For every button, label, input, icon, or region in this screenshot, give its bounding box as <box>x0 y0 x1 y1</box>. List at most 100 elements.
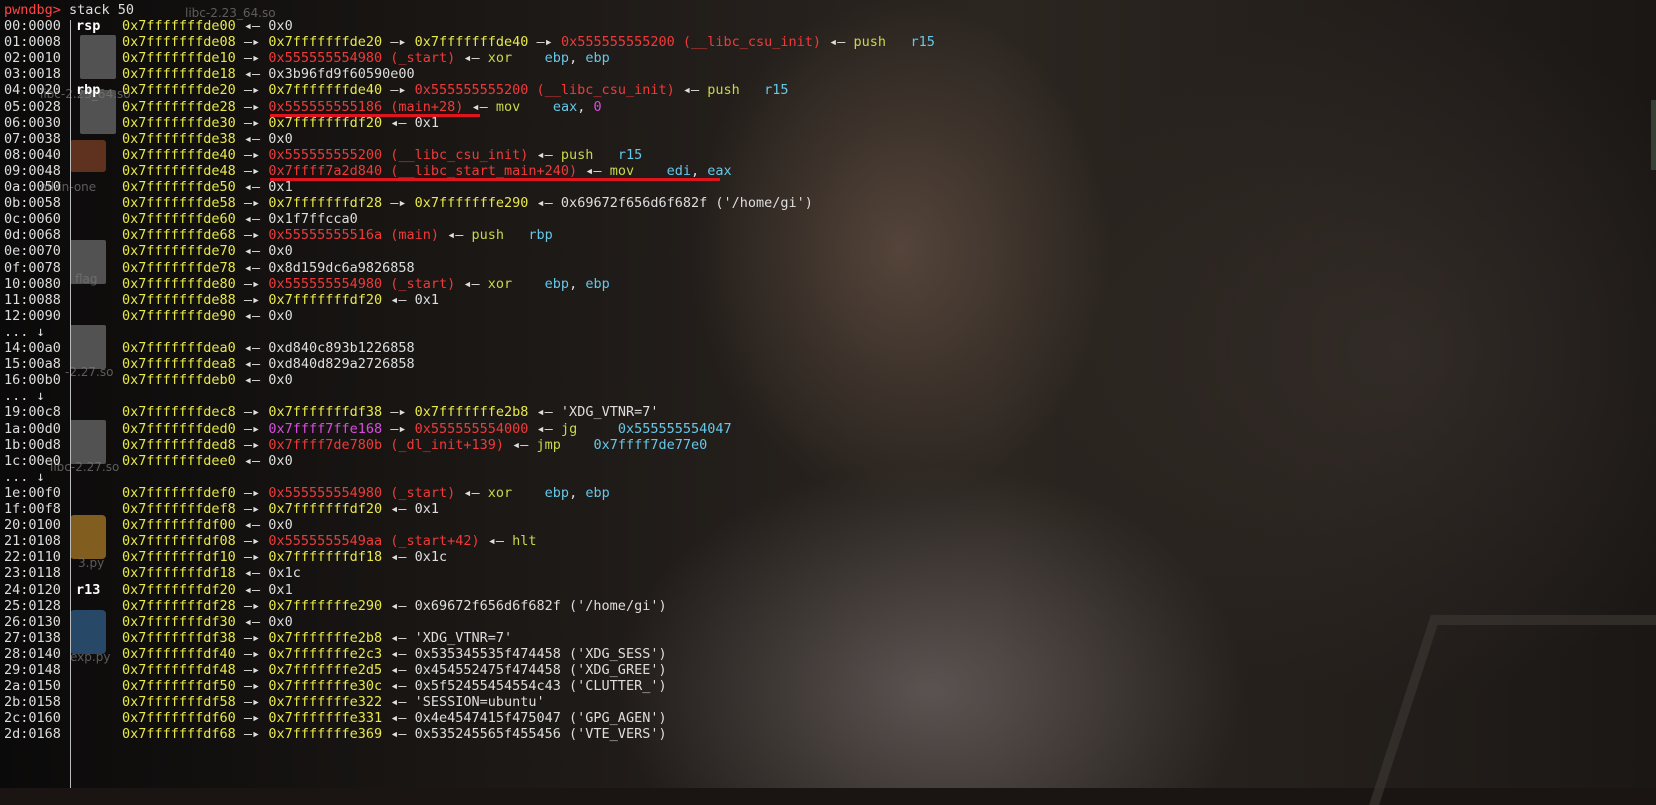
stack-token: 0x7fffffffe369 <box>268 726 383 743</box>
stack-token: , <box>569 275 586 292</box>
stack-line: 03:0018 0x7fffffffde18 ◂— 0x3b96fd9f60590… <box>4 66 415 83</box>
stack-token: —▸ <box>235 275 269 292</box>
stack-line: 26:0130 0x7fffffffdf30 ◂— 0x0 <box>4 614 293 631</box>
stack-token <box>504 227 528 243</box>
stack-line: 28:0140 0x7fffffffdf40 —▸ 0x7fffffffe2c3 … <box>4 646 667 663</box>
stack-line: 08:0040 0x7fffffffde40 —▸ 0x555555555200 … <box>4 147 642 164</box>
stack-token: ◂— <box>455 275 488 292</box>
stack-token: 0x7fffffffdea8 <box>122 356 236 373</box>
stack-token: —▸ <box>235 291 269 308</box>
stack-line: 00:0000 rsp 0x7fffffffde00 ◂— 0x0 <box>4 18 293 35</box>
stack-token: ebp <box>544 484 570 501</box>
stack-token: 0x5555555549aa (_start+42) <box>268 533 480 550</box>
stack-offset: 07:0038 <box>4 130 61 147</box>
stack-token: —▸ <box>235 50 269 67</box>
stack-token: ◂— <box>455 484 488 501</box>
stack-offset: 1c:00e0 <box>4 452 61 469</box>
stack-token: ◂— 0x0 <box>235 372 293 389</box>
stack-token: ◂— 0x3b96fd9f60590e00 <box>235 66 415 83</box>
stack-token: ◂— 0x8d159dc6a9826858 <box>235 259 415 276</box>
stack-offset: 24:0120 <box>4 581 61 598</box>
stack-token: 0x7fffffffde30 <box>122 114 236 131</box>
stack-token: ◂— <box>439 227 472 244</box>
stack-token: 0x555555554980 (_start) <box>268 275 456 292</box>
stack-token: 0x555555555200 (__libc_csu_init) <box>268 146 529 163</box>
stack-line: 2a:0150 0x7fffffffdf50 —▸ 0x7fffffffe30c … <box>4 678 667 695</box>
stack-offset: 11:0088 <box>4 291 61 308</box>
stack-token: —▸ <box>382 82 415 99</box>
stack-token: ◂— 0x69672f656d6f682f ('/home/gi') <box>382 597 667 614</box>
stack-token: 0x7fffffffdec8 <box>122 404 236 421</box>
stack-token: —▸ <box>528 34 561 51</box>
stack-offset: 04:0020 <box>4 82 61 99</box>
stack-offset: 1a:00d0 <box>4 420 61 437</box>
stack-offset: 28:0140 <box>4 645 61 662</box>
stack-token: 0x7fffffffdf18 <box>122 565 236 582</box>
stack-offset: 0d:0068 <box>4 227 61 244</box>
stack-line: 04:0020 rbp 0x7fffffffde20 —▸ 0x7fffffffde… <box>4 82 789 99</box>
stack-token: 0x7fffffffdf28 <box>268 195 383 212</box>
stack-token: —▸ <box>382 34 415 51</box>
stack-token: ebp <box>544 275 570 292</box>
stack-line: 0a:0050 0x7fffffffde50 ◂— 0x1 <box>4 179 293 196</box>
stack-token: push <box>560 146 594 163</box>
stack-offset: 26:0130 <box>4 613 61 630</box>
stack-token: ◂— 0x69672f656d6f682f ('/home/gi') <box>528 195 813 212</box>
stack-token: 0x555555554980 (_start) <box>268 484 456 501</box>
stack-line: 0d:0068 0x7fffffffde68 —▸ 0x55555555516a … <box>4 227 553 244</box>
stack-line: 2c:0160 0x7fffffffdf60 —▸ 0x7fffffffe331 … <box>4 710 667 727</box>
stack-token: 0x7fffffffde78 <box>122 259 236 276</box>
stack-token: 0x7fffffffdf00 <box>122 517 236 534</box>
stack-offset: 02:0010 <box>4 50 61 67</box>
stack-token: —▸ <box>235 420 269 437</box>
stack-token: 0x7fffffffdee0 <box>122 452 236 469</box>
stack-token: jmp <box>536 436 561 453</box>
stack-token: 0x7fffffffdf30 <box>122 613 236 630</box>
stack-token: 0x7fffffffe2d5 <box>268 662 383 678</box>
stack-token: —▸ <box>235 162 269 179</box>
stack-token: 0x7fffffffdf38 <box>268 404 383 421</box>
stack-offset: ... ↓ <box>4 323 45 340</box>
stack-token: 0x7ffff7a2d840 (__libc_start_main+240) <box>268 162 578 179</box>
stack-token: 0x7fffffffe290 <box>414 195 529 212</box>
stack-line: 01:0008 0x7fffffffde08 —▸ 0x7fffffffde20 … <box>4 34 935 51</box>
stack-token: 0x7fffffffe331 <box>268 710 383 727</box>
stack-token: xor <box>487 275 513 292</box>
stack-token: xor <box>487 484 513 501</box>
stack-token: —▸ <box>382 404 415 421</box>
stack-line: 16:00b0 0x7fffffffdeb0 ◂— 0x0 <box>4 372 293 389</box>
stack-line: 11:0088 0x7fffffffde88 —▸ 0x7fffffffdf20 … <box>4 292 439 309</box>
stack-offset: 08:0040 <box>4 146 61 163</box>
stack-offset: 09:0048 <box>4 162 61 179</box>
stack-token: 0x7fffffffdea0 <box>122 340 236 356</box>
underline-main28 <box>270 114 480 117</box>
stack-token: —▸ <box>235 484 269 501</box>
stack-line: 0f:0078 0x7fffffffde78 ◂— 0x8d159dc6a9826… <box>4 260 415 277</box>
stack-offset: 1b:00d8 <box>4 436 61 453</box>
stack-token: 0x7fffffffde60 <box>122 211 236 228</box>
stack-token: ebp <box>544 50 570 67</box>
stack-token: push <box>853 34 887 51</box>
stack-token: r15 <box>617 146 643 163</box>
terminal-window[interactable]: pwndbg> stack 50 00:0000 rsp 0x7fffffffde0… <box>0 0 1656 788</box>
stack-token: 0x7fffffffe2b8 <box>268 629 383 646</box>
stack-token: 0x7fffffffdf60 <box>122 710 236 727</box>
stack-token: 0x7fffffffdf20 <box>268 501 383 517</box>
stack-token: 0x7fffffffde58 <box>122 195 236 212</box>
stack-token: 0x7fffffffdef0 <box>122 484 236 501</box>
stack-token: —▸ <box>235 533 269 550</box>
stack-token: ◂— <box>577 162 610 179</box>
stack-token: edi <box>666 162 691 179</box>
stack-token: ebp <box>585 275 610 292</box>
stack-line: 24:0120 r13 0x7fffffffdf20 ◂— 0x1 <box>4 582 293 599</box>
stack-line: 1e:00f0 0x7fffffffdef0 —▸ 0x555555554980 … <box>4 485 610 502</box>
stack-offset: 14:00a0 <box>4 340 61 356</box>
stack-token: 0x7fffffffdf20 <box>268 291 383 308</box>
stack-line: 19:00c8 0x7fffffffdec8 —▸ 0x7fffffffdf38 … <box>4 404 658 421</box>
stack-token: 0x7fffffffdf20 <box>122 581 236 598</box>
stack-token: , <box>690 162 708 179</box>
stack-token: —▸ <box>235 629 269 646</box>
stack-offset: 2d:0168 <box>4 726 61 743</box>
stack-token: —▸ <box>235 549 269 566</box>
stack-token: ◂— <box>463 98 496 115</box>
